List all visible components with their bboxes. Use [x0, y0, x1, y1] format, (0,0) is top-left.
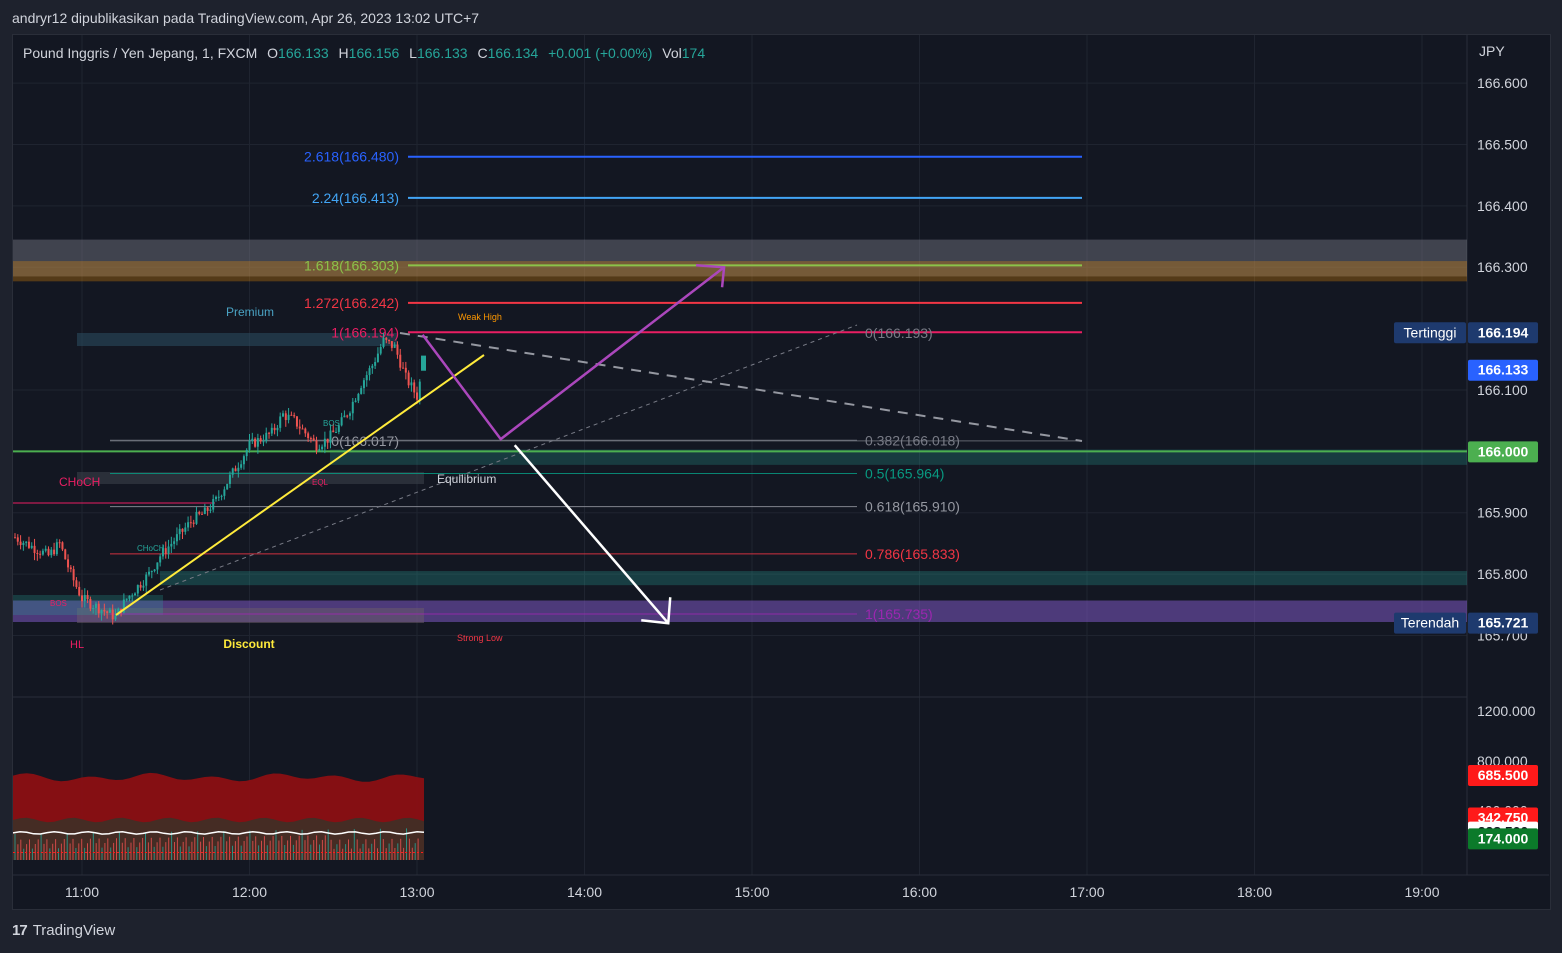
tradingview-brand: TradingView [32, 922, 116, 939]
low-value: 166.133 [416, 45, 468, 61]
volume-label: Vol [662, 45, 682, 61]
open-label: O [267, 45, 279, 61]
chart-panel[interactable] [12, 34, 1551, 910]
low-label: L [409, 45, 417, 61]
high-label: H [338, 45, 349, 61]
footer-brand[interactable]: 17 TradingView [12, 922, 115, 939]
symbol-legend: Pound Inggris / Yen Jepang, 1, FXCM O166… [23, 45, 705, 61]
close-value: 166.134 [487, 45, 539, 61]
tradingview-logo-icon: 17 [12, 922, 28, 939]
high-value: 166.156 [348, 45, 400, 61]
change-value: +0.001 (+0.00%) [548, 45, 653, 61]
publisher-caption: andryr12 dipublikasikan pada TradingView… [12, 10, 480, 26]
volume-value: 174 [681, 45, 706, 61]
open-value: 166.133 [278, 45, 329, 61]
close-label: C [477, 45, 488, 61]
symbol-name: Pound Inggris / Yen Jepang, 1, FXCM [23, 45, 258, 61]
